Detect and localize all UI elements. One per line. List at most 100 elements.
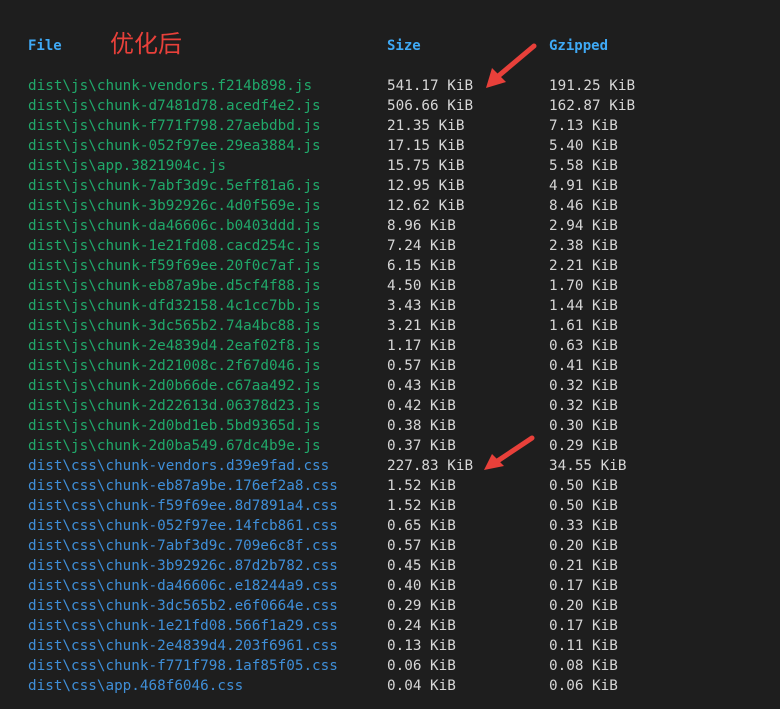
file-size: 6.15 KiB [387,258,456,274]
file-row: dist\css\chunk-3dc565b2.e6f0664e.css 0.29… [0,596,780,616]
file-size: 12.95 KiB [387,178,465,194]
column-header-file: File [28,38,62,54]
file-row: dist\css\chunk-vendors.d39e9fad.css 227.8… [0,456,780,476]
file-path: dist\js\chunk-vendors.f214b898.js [28,78,313,94]
file-row: dist\js\chunk-2e4839d4.2eaf02f8.js 1.17 K… [0,336,780,356]
file-gzipped-size: 0.63 KiB [549,338,618,354]
file-size: 1.52 KiB [387,478,456,494]
red-arrow-icon [484,435,535,470]
file-path: dist\js\chunk-dfd32158.4c1cc7bb.js [28,298,321,314]
file-gzipped-size: 2.21 KiB [549,258,618,274]
annotation-label: 优化后 [110,30,182,58]
file-size: 227.83 KiB [387,458,474,474]
file-gzipped-size: 0.41 KiB [549,358,618,374]
file-row: dist\js\chunk-2d0ba549.67dc4b9e.js 0.37 K… [0,436,780,456]
file-gzipped-size: 0.11 KiB [549,638,618,654]
file-size: 0.65 KiB [387,518,456,534]
file-path: dist\js\chunk-2d0b66de.c67aa492.js [28,378,321,394]
file-path: dist\js\chunk-2d0bd1eb.5bd9365d.js [28,418,321,434]
file-gzipped-size: 7.13 KiB [549,118,618,134]
file-path: dist\css\app.468f6046.css [28,678,244,694]
file-size: 0.06 KiB [387,658,456,674]
file-size: 7.24 KiB [387,238,456,254]
file-size: 4.50 KiB [387,278,456,294]
file-path: dist\js\chunk-052f97ee.29ea3884.js [28,138,321,154]
file-path: dist\js\chunk-eb87a9be.d5cf4f88.js [28,278,321,294]
file-path: dist\js\chunk-2d21008c.2f67d046.js [28,358,321,374]
file-row: dist\css\chunk-7abf3d9c.709e6c8f.css 0.57… [0,536,780,556]
column-header-gzipped: Gzipped [549,38,609,54]
file-size: 3.21 KiB [387,318,456,334]
file-path: dist\js\chunk-3dc565b2.74a4bc88.js [28,318,321,334]
file-gzipped-size: 0.06 KiB [549,678,618,694]
file-row: dist\js\chunk-3b92926c.4d0f569e.js 12.62 … [0,196,780,216]
file-path: dist\js\chunk-2e4839d4.2eaf02f8.js [28,338,321,354]
file-gzipped-size: 0.20 KiB [549,598,618,614]
file-path: dist\js\chunk-7abf3d9c.5eff81a6.js [28,178,321,194]
file-gzipped-size: 34.55 KiB [549,458,627,474]
file-gzipped-size: 0.50 KiB [549,498,618,514]
file-gzipped-size: 4.91 KiB [549,178,618,194]
file-size: 3.43 KiB [387,298,456,314]
file-size: 15.75 KiB [387,158,465,174]
file-size: 0.43 KiB [387,378,456,394]
file-size: 12.62 KiB [387,198,465,214]
file-path: dist\css\chunk-7abf3d9c.709e6c8f.css [28,538,338,554]
file-path: dist\css\chunk-3b92926c.87d2b782.css [28,558,338,574]
file-size: 0.57 KiB [387,538,456,554]
file-gzipped-size: 2.94 KiB [549,218,618,234]
file-row: dist\css\chunk-eb87a9be.176ef2a8.css 1.52… [0,476,780,496]
file-row: dist\js\chunk-2d0bd1eb.5bd9365d.js 0.38 K… [0,416,780,436]
file-size: 0.24 KiB [387,618,456,634]
file-size: 0.37 KiB [387,438,456,454]
file-size: 0.57 KiB [387,358,456,374]
file-row: dist\js\chunk-dfd32158.4c1cc7bb.js 3.43 K… [0,296,780,316]
file-row: dist\js\chunk-eb87a9be.d5cf4f88.js 4.50 K… [0,276,780,296]
file-path: dist\js\chunk-2d0ba549.67dc4b9e.js [28,438,321,454]
file-path: dist\css\chunk-da46606c.e18244a9.css [28,578,338,594]
file-row: dist\js\chunk-f59f69ee.20f0c7af.js 6.15 K… [0,256,780,276]
file-row: dist\js\chunk-da46606c.b0403ddd.js 8.96 K… [0,216,780,236]
file-row: dist\css\app.468f6046.css 0.04 KiB 0.06 Ki… [0,676,780,696]
file-row: dist\css\chunk-f771f798.1af85f05.css 0.06… [0,656,780,676]
file-row: dist\css\chunk-052f97ee.14fcb861.css 0.65… [0,516,780,536]
file-path: dist\css\chunk-f59f69ee.8d7891a4.css [28,498,338,514]
file-size: 1.52 KiB [387,498,456,514]
file-gzipped-size: 0.20 KiB [549,538,618,554]
file-gzipped-size: 0.30 KiB [549,418,618,434]
file-path: dist\css\chunk-2e4839d4.203f6961.css [28,638,338,654]
file-size: 8.96 KiB [387,218,456,234]
file-row: dist\css\chunk-2e4839d4.203f6961.css 0.13… [0,636,780,656]
column-header-size: Size [387,38,421,54]
file-row: dist\js\chunk-2d0b66de.c67aa492.js 0.43 K… [0,376,780,396]
file-path: dist\js\chunk-f59f69ee.20f0c7af.js [28,258,321,274]
file-gzipped-size: 0.29 KiB [549,438,618,454]
terminal-output: File 优化后 Size Gzipped dist\js\chunk-vend… [0,0,780,709]
file-size: 506.66 KiB [387,98,474,114]
file-row: dist\js\chunk-vendors.f214b898.js 541.17 … [0,76,780,96]
file-path: dist\js\chunk-f771f798.27aebdbd.js [28,118,321,134]
file-row: dist\js\chunk-2d21008c.2f67d046.js 0.57 K… [0,356,780,376]
file-gzipped-size: 0.32 KiB [549,398,618,414]
file-row: dist\css\chunk-f59f69ee.8d7891a4.css 1.52… [0,496,780,516]
file-gzipped-size: 162.87 KiB [549,98,636,114]
file-gzipped-size: 0.32 KiB [549,378,618,394]
file-list: dist\js\chunk-vendors.f214b898.js 541.17 … [0,76,780,696]
file-path: dist\js\chunk-2d22613d.06378d23.js [28,398,321,414]
file-row: dist\js\chunk-1e21fd08.cacd254c.js 7.24 K… [0,236,780,256]
file-gzipped-size: 5.58 KiB [549,158,618,174]
file-row: dist\css\chunk-3b92926c.87d2b782.css 0.45… [0,556,780,576]
file-row: dist\js\chunk-052f97ee.29ea3884.js 17.15 … [0,136,780,156]
file-row: dist\js\chunk-f771f798.27aebdbd.js 21.35 … [0,116,780,136]
file-gzipped-size: 0.17 KiB [549,618,618,634]
file-path: dist\js\app.3821904c.js [28,158,226,174]
file-size: 21.35 KiB [387,118,465,134]
file-gzipped-size: 1.70 KiB [549,278,618,294]
file-gzipped-size: 1.44 KiB [549,298,618,314]
file-row: dist\js\app.3821904c.js 15.75 KiB 5.58 KiB [0,156,780,176]
file-path: dist\css\chunk-052f97ee.14fcb861.css [28,518,338,534]
file-gzipped-size: 0.17 KiB [549,578,618,594]
file-size: 541.17 KiB [387,78,474,94]
file-size: 0.13 KiB [387,638,456,654]
file-size: 0.29 KiB [387,598,456,614]
